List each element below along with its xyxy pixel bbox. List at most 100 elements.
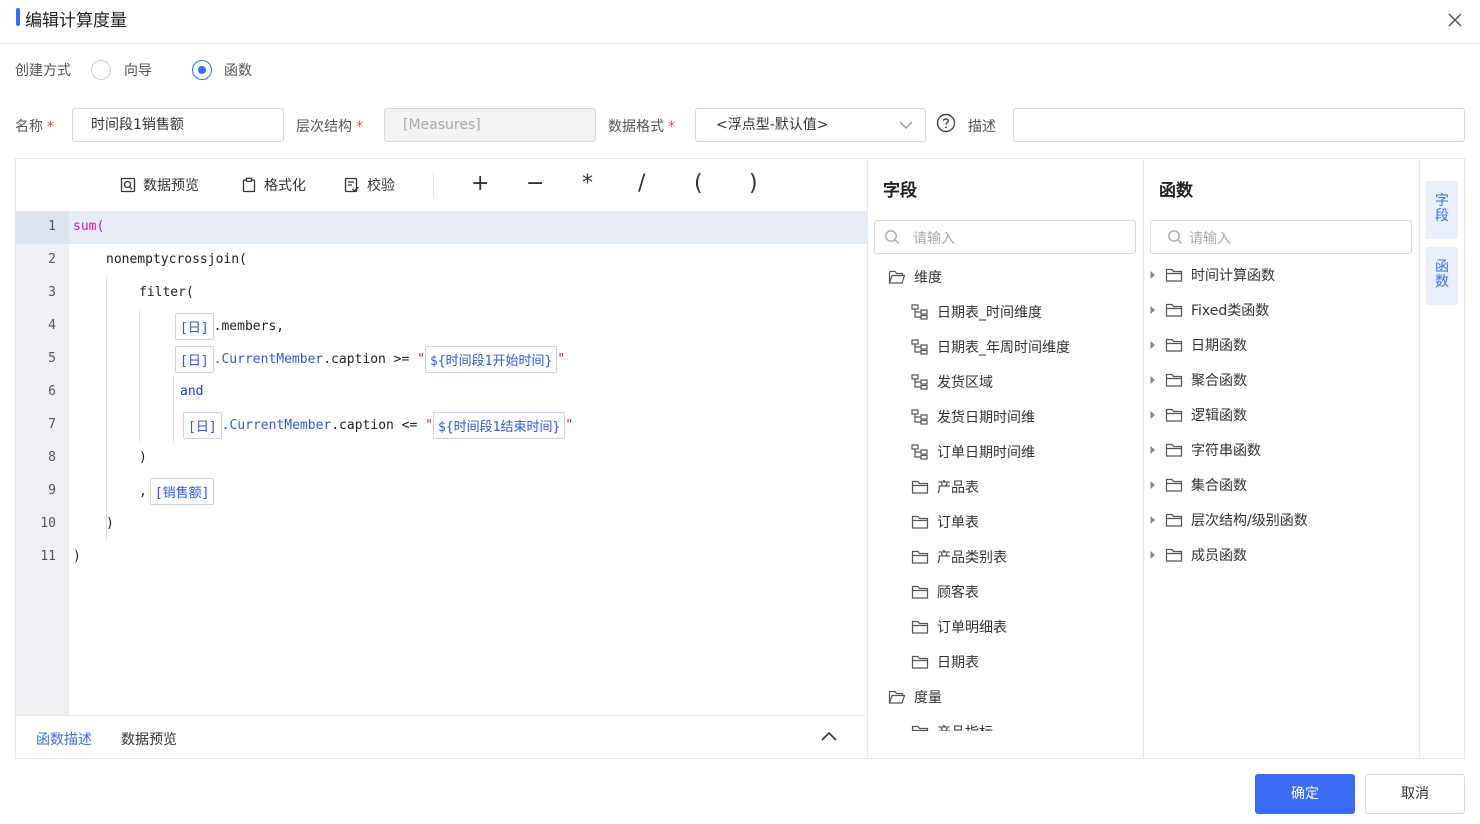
op-multiply-button[interactable]: * xyxy=(582,171,593,196)
tree-item-label: 产品表 xyxy=(937,480,979,496)
title-accent-bar xyxy=(16,8,20,26)
tree-item-dimension[interactable]: 日期表_年周时间维度 xyxy=(911,337,1070,357)
field-search-placeholder: 请输入 xyxy=(913,231,955,247)
function-category[interactable]: 时间计算函数 xyxy=(1149,265,1275,285)
chevron-down-icon xyxy=(899,121,913,129)
code-line-9: , [销售额] xyxy=(139,478,215,505)
tree-item-dimension[interactable]: 日期表_时间维度 xyxy=(911,302,1042,322)
function-category[interactable]: 日期函数 xyxy=(1149,335,1247,355)
function-category[interactable]: 字符串函数 xyxy=(1149,440,1261,460)
help-icon[interactable] xyxy=(936,113,956,133)
op-divide-button[interactable]: / xyxy=(638,171,645,196)
cancel-button[interactable]: 取消 xyxy=(1365,774,1465,814)
radio-wizard[interactable] xyxy=(91,60,111,80)
line-number: 3 xyxy=(48,285,56,300)
ok-button[interactable]: 确定 xyxy=(1255,774,1355,814)
code-line-2: nonemptycrossjoin( xyxy=(106,252,247,267)
code-token: .caption xyxy=(323,352,386,367)
function-category[interactable]: 层次结构/级别函数 xyxy=(1149,510,1308,530)
function-search-input[interactable]: 请输入 xyxy=(1150,220,1412,254)
op-rparen-button[interactable]: ) xyxy=(749,171,758,196)
parameter-tag[interactable]: ${时间段1开始时间} xyxy=(425,346,558,373)
function-category[interactable]: 聚合函数 xyxy=(1149,370,1247,390)
tree-item-dimension[interactable]: 订单日期时间维 xyxy=(911,442,1035,462)
folder-icon xyxy=(1165,268,1183,282)
op-lparen-button[interactable]: ( xyxy=(694,171,703,196)
tree-item-dimension[interactable]: 发货日期时间维 xyxy=(911,407,1035,427)
dialog-header: 编辑计算度量 xyxy=(0,0,1480,44)
format-select[interactable]: <浮点型-默认值> xyxy=(695,108,926,142)
indent-guide xyxy=(106,277,107,541)
hierarchy-icon xyxy=(911,409,928,425)
code-line-1: sum( xyxy=(73,219,104,234)
dimension-tag[interactable]: [日] xyxy=(175,346,214,373)
validate-icon xyxy=(344,177,359,193)
folder-icon xyxy=(1165,478,1183,492)
op-plus-button[interactable]: + xyxy=(471,171,489,196)
function-category[interactable]: 逻辑函数 xyxy=(1149,405,1247,425)
function-category[interactable]: 集合函数 xyxy=(1149,475,1247,495)
dimension-tag[interactable]: [日] xyxy=(183,412,222,439)
tree-item-label: 产品指标 xyxy=(937,722,993,731)
code-token: " xyxy=(417,352,425,367)
parameter-tag[interactable]: ${时间段1结束时间} xyxy=(433,412,566,439)
code-line-8: ) xyxy=(139,450,147,465)
function-category[interactable]: Fixed类函数 xyxy=(1149,300,1269,320)
caret-right-icon xyxy=(1150,516,1155,524)
line-number: 6 xyxy=(48,384,56,399)
close-icon[interactable] xyxy=(1444,9,1466,31)
code-line-4: [日] .members, xyxy=(175,313,284,340)
radio-wizard-label: 向导 xyxy=(124,63,152,79)
tree-item-table[interactable]: 产品类别表 xyxy=(911,547,1007,567)
field-search-input[interactable]: 请输入 xyxy=(874,220,1136,254)
format-button[interactable]: 格式化 xyxy=(241,175,306,195)
data-preview-button[interactable]: 数据预览 xyxy=(120,175,199,195)
tree-item-table[interactable]: 顾客表 xyxy=(911,582,979,602)
caret-right-icon xyxy=(1150,341,1155,349)
desc-input[interactable] xyxy=(1013,108,1465,142)
name-input[interactable]: 时间段1销售额 xyxy=(72,108,284,142)
chevron-up-icon[interactable] xyxy=(820,730,838,742)
dimension-tag[interactable]: [日] xyxy=(175,313,214,340)
side-tab-function[interactable]: 函数 xyxy=(1426,247,1458,305)
radio-function[interactable] xyxy=(192,60,212,80)
validate-button[interactable]: 校验 xyxy=(344,175,395,195)
measure-tag[interactable]: [销售额] xyxy=(149,478,215,505)
tree-group-measure[interactable]: 度量 xyxy=(888,687,942,707)
tab-function-desc[interactable]: 函数描述 xyxy=(36,729,92,749)
function-category-label: 层次结构/级别函数 xyxy=(1191,513,1308,529)
tree-group-dimension[interactable]: 维度 xyxy=(888,267,942,287)
function-category-label: 时间计算函数 xyxy=(1191,268,1275,284)
code-line-7: [日] .CurrentMember .caption <= " ${时间段1结… xyxy=(183,412,573,439)
code-line-10: ) xyxy=(106,516,114,531)
line-number: 1 xyxy=(48,219,56,234)
tree-item-label: 日期表 xyxy=(937,655,979,671)
validate-label: 校验 xyxy=(367,178,395,194)
tree-item-table[interactable]: 产品表 xyxy=(911,477,979,497)
side-tab-field-label: 字段 xyxy=(1435,193,1449,224)
tab-data-preview[interactable]: 数据预览 xyxy=(121,729,177,749)
format-select-value: <浮点型-默认值> xyxy=(716,117,829,133)
tree-item-table[interactable]: 订单表 xyxy=(911,512,979,532)
function-category[interactable]: 成员函数 xyxy=(1149,545,1247,565)
active-line-highlight xyxy=(69,211,867,244)
tree-item-table[interactable]: 订单明细表 xyxy=(911,617,1007,637)
tree-item-table[interactable]: 日期表 xyxy=(911,652,979,672)
folder-icon xyxy=(911,480,929,494)
code-editor[interactable]: 1 2 3 4 5 6 7 8 9 10 11 sum( nonemptycro… xyxy=(16,211,867,715)
folder-icon xyxy=(1165,338,1183,352)
caret-right-icon xyxy=(1150,411,1155,419)
tree-item-measure[interactable]: 产品指标 xyxy=(911,722,993,731)
code-line-11: ) xyxy=(73,549,81,564)
creation-method-row: 创建方式 向导 函数 xyxy=(15,58,252,82)
hierarchy-icon xyxy=(911,374,928,390)
tree-item-label: 日期表_时间维度 xyxy=(937,305,1042,321)
tree-item-label: 发货区域 xyxy=(937,375,993,391)
main-panel: 数据预览 格式化 校验 + − * / ( ) 1 2 3 4 5 6 7 8 … xyxy=(15,158,1465,759)
tree-item-label: 日期表_年周时间维度 xyxy=(937,340,1070,356)
tree-item-dimension[interactable]: 发货区域 xyxy=(911,372,993,392)
op-minus-button[interactable]: − xyxy=(526,171,544,196)
folder-icon xyxy=(1165,303,1183,317)
code-token: ) xyxy=(106,516,114,531)
side-tab-field[interactable]: 字段 xyxy=(1426,181,1458,239)
